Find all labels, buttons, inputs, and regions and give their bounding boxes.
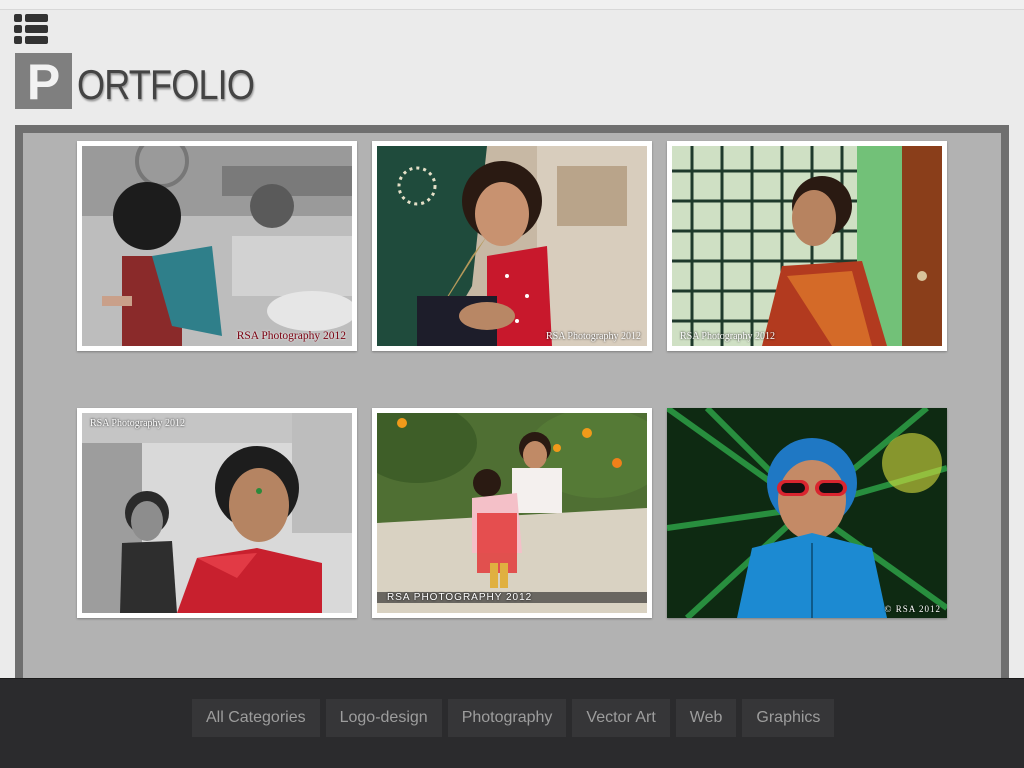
top-strip [0,0,1024,10]
photo-caption: RSA Photography 2012 [236,330,346,342]
portfolio-gallery: RSA Photography 2012 RSA Photography 201… [15,125,1009,685]
gallery-thumbnail[interactable]: RSA Photography 2012 [77,408,357,618]
gallery-thumbnail[interactable]: RSA Photography 2012 [372,141,652,351]
gallery-thumbnail[interactable]: RSA Photography 2012 [667,141,947,351]
photo: RSA Photography 2012 [377,146,647,346]
list-icon[interactable] [14,14,48,44]
filter-logo-design[interactable]: Logo-design [325,699,442,737]
photo-caption: RSA PHOTOGRAPHY 2012 [377,592,647,603]
photo-caption: RSA Photography 2012 [545,331,641,342]
category-filter-bar: All Categories Logo-design Photography Vect… [0,678,1024,768]
gallery-thumbnail[interactable]: RSA Photography 2012 [77,141,357,351]
photo: RSA Photography 2012 [82,146,352,346]
filter-vector-art[interactable]: Vector Art [572,699,670,737]
photo-caption: © RSA 2012 [884,604,941,614]
filter-photography[interactable]: Photography [447,699,567,737]
photo-caption: RSA Photography 2012 [90,418,186,429]
filter-list: All Categories Logo-design Photography Vect… [192,699,840,737]
photo: RSA Photography 2012 [672,146,942,346]
photo: © RSA 2012 [667,408,947,618]
filter-all-categories[interactable]: All Categories [192,699,320,737]
filter-web[interactable]: Web [675,699,737,737]
photo-caption: RSA Photography 2012 [680,331,776,342]
logo-text: ORTFOLIO [77,61,255,108]
gallery-thumbnail[interactable]: © RSA 2012 [667,408,947,618]
logo-initial: P [15,53,72,110]
gallery-thumbnail[interactable]: RSA PHOTOGRAPHY 2012 [372,408,652,618]
filter-graphics[interactable]: Graphics [742,699,835,737]
photo: RSA Photography 2012 [82,413,352,613]
photo: RSA PHOTOGRAPHY 2012 [377,413,647,613]
